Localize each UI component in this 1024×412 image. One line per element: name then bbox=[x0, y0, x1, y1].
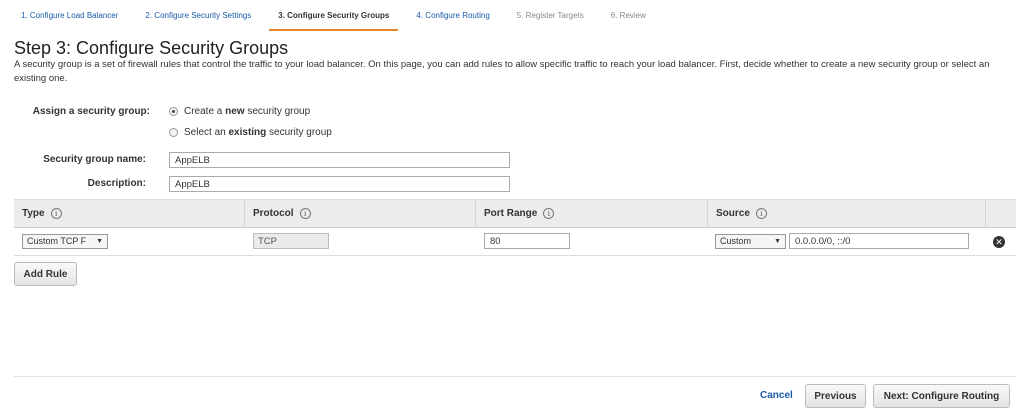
security-group-name-input[interactable]: AppELB bbox=[169, 152, 510, 168]
info-icon[interactable]: i bbox=[543, 208, 555, 219]
chevron-down-icon: ▼ bbox=[96, 238, 103, 245]
row-divider bbox=[14, 255, 1016, 256]
previous-button[interactable]: Previous bbox=[805, 384, 866, 408]
description-input[interactable]: AppELB bbox=[169, 176, 510, 192]
tab-configure-security-groups[interactable]: 3. Configure Security Groups bbox=[269, 5, 399, 31]
radio-existing-label: Select an existing security group bbox=[184, 127, 332, 138]
column-type: Type i bbox=[14, 200, 244, 227]
info-icon[interactable]: i bbox=[299, 208, 311, 219]
tab-configure-routing[interactable]: 4. Configure Routing bbox=[407, 5, 498, 31]
next-configure-routing-button[interactable]: Next: Configure Routing bbox=[873, 384, 1010, 408]
radio-button-unchecked[interactable] bbox=[169, 128, 178, 137]
tab-register-targets: 5. Register Targets bbox=[516, 11, 584, 20]
info-icon[interactable]: i bbox=[755, 208, 767, 219]
radio-select-existing-security-group[interactable]: Select an existing security group bbox=[169, 127, 332, 138]
footer-divider bbox=[14, 376, 1016, 377]
column-actions bbox=[985, 200, 1016, 227]
rules-table-header: Type i Protocol i Port Range i Source i bbox=[14, 199, 1016, 228]
rule-port-range-input[interactable]: 80 bbox=[484, 233, 570, 249]
cancel-button[interactable]: Cancel bbox=[760, 390, 793, 401]
tab-configure-security-settings[interactable]: 2. Configure Security Settings bbox=[136, 5, 260, 31]
column-source: Source i bbox=[707, 200, 985, 227]
assign-security-group-label: Assign a security group: bbox=[32, 106, 150, 117]
radio-button-checked[interactable] bbox=[169, 107, 178, 116]
tab-review: 6. Review bbox=[610, 11, 646, 20]
rule-type-select[interactable]: Custom TCP F ▼ bbox=[22, 234, 108, 249]
radio-new-label: Create a new security group bbox=[184, 106, 311, 117]
radio-create-new-security-group[interactable]: Create a new security group bbox=[169, 106, 310, 117]
add-rule-button[interactable]: Add Rule bbox=[14, 262, 77, 286]
wizard-steps: 1. Configure Load Balancer 2. Configure … bbox=[12, 5, 655, 31]
column-port-range: Port Range i bbox=[475, 200, 707, 227]
rule-source-input[interactable]: 0.0.0.0/0, ::/0 bbox=[789, 233, 969, 249]
remove-rule-icon[interactable]: ✕ bbox=[993, 236, 1005, 248]
info-icon[interactable]: i bbox=[50, 208, 62, 219]
column-protocol: Protocol i bbox=[244, 200, 475, 227]
page-title: Step 3: Configure Security Groups bbox=[14, 38, 289, 58]
chevron-down-icon: ▼ bbox=[774, 238, 781, 245]
description-label: Description: bbox=[87, 178, 146, 189]
page-description: A security group is a set of firewall ru… bbox=[14, 59, 990, 84]
rule-protocol-field: TCP bbox=[253, 233, 329, 249]
rule-source-type-select[interactable]: Custom ▼ bbox=[715, 234, 786, 249]
tab-configure-load-balancer[interactable]: 1. Configure Load Balancer bbox=[12, 5, 127, 31]
security-group-name-label: Security group name: bbox=[43, 154, 146, 165]
